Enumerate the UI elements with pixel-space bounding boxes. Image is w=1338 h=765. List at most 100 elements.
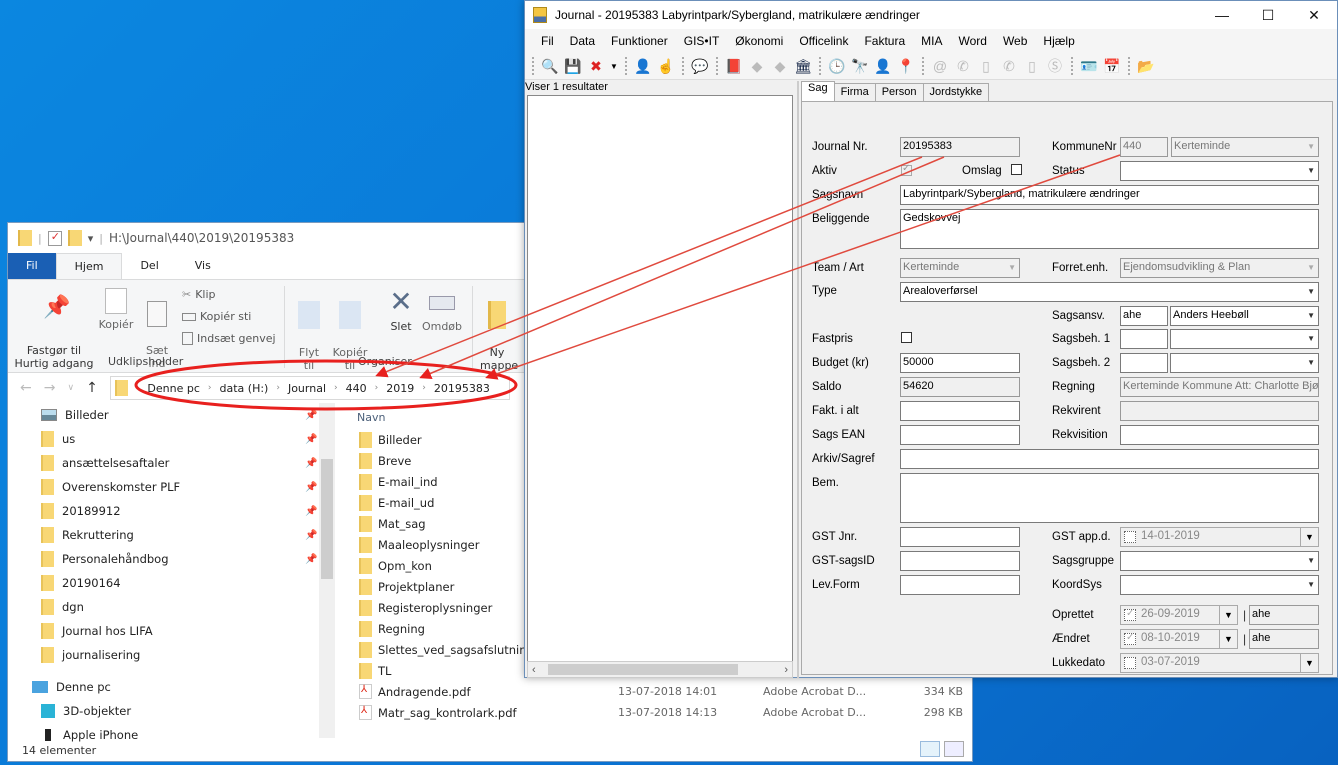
rekvirent-field[interactable] [1120, 401, 1319, 421]
beliggende-field[interactable]: Gedskovvej [900, 209, 1319, 249]
pane-splitter[interactable] [797, 81, 799, 678]
bem-field[interactable] [900, 473, 1319, 523]
oprettet-by-field[interactable]: ahe [1249, 605, 1319, 625]
paste-shortcut-button[interactable]: Indsæt genvej [182, 332, 276, 345]
menu-item[interactable]: Officelink [791, 34, 856, 48]
pin-icon[interactable]: 📌 [305, 506, 317, 517]
nav-item-this-pc[interactable]: Denne pc [8, 675, 333, 699]
back-arrow-icon[interactable]: ← [20, 380, 32, 396]
skype-icon[interactable]: Ⓢ [1045, 56, 1065, 76]
nav-item[interactable]: Journal hos LIFA [8, 619, 333, 643]
breadcrumb-item[interactable]: 20195383 [434, 382, 490, 395]
forret-select[interactable]: Ejendomsudvikling & Plan ▼ [1120, 258, 1319, 278]
nav-item[interactable]: us 📌 [8, 427, 333, 451]
copy-button[interactable]: Kopiér [96, 288, 136, 331]
breadcrumb-item[interactable]: 440 [346, 382, 367, 395]
bank-icon[interactable]: 🏛 [793, 56, 813, 76]
chevron-down-icon[interactable]: ▼ [609, 56, 619, 76]
nav-item[interactable]: Overenskomster PLF 📌 [8, 475, 333, 499]
fastpris-checkbox[interactable] [901, 332, 912, 343]
lukkedato-date-picker[interactable]: 03-07-2019 ▼ [1120, 653, 1319, 673]
pin-quick-access-button[interactable]: 📌 Fastgør til Hurtig adgang [14, 288, 94, 371]
nav-item[interactable]: Rekruttering 📌 [8, 523, 333, 547]
tag-icon[interactable]: ◆ [770, 56, 790, 76]
lukkedato-checkbox[interactable] [1124, 657, 1136, 669]
maximize-button[interactable]: ☐ [1245, 1, 1291, 29]
new-folder-icon[interactable] [67, 230, 82, 246]
pin-icon[interactable]: 📌 [305, 482, 317, 493]
file-row[interactable]: Matr_sag_kontrolark.pdf 13-07-2018 14:13 A… [353, 702, 973, 723]
delete-button[interactable]: ✕ Slet [386, 288, 416, 334]
rekvisition-field[interactable] [1120, 425, 1319, 445]
menu-item[interactable]: Faktura [856, 34, 913, 48]
result-list[interactable] [527, 95, 793, 665]
scrollbar-thumb[interactable] [548, 664, 738, 675]
calendar-dropdown-icon[interactable]: ▼ [1300, 528, 1318, 546]
menu-item[interactable]: Word [950, 34, 994, 48]
pin-icon[interactable]: 📌 [305, 530, 317, 541]
delete-records-icon[interactable]: ✖ [586, 56, 606, 76]
levform-field[interactable] [900, 575, 1020, 595]
sagsansv-init-field[interactable]: ahe [1120, 306, 1168, 326]
gst-sagsid-field[interactable] [900, 551, 1020, 571]
binoculars-icon[interactable]: 🔭 [850, 56, 870, 76]
breadcrumb-item[interactable]: data (H:) [220, 382, 269, 395]
tag-icon[interactable]: ◆ [747, 56, 767, 76]
oprettet-checkbox[interactable] [1124, 608, 1136, 621]
details-view-button[interactable] [920, 741, 940, 757]
user-icon[interactable]: 👤 [633, 56, 653, 76]
saldo-field[interactable]: 54620 [900, 377, 1020, 397]
menu-item[interactable]: GIS•IT [676, 34, 728, 48]
nav-item[interactable]: Billeder 📌 [8, 403, 333, 427]
sagsnavn-field[interactable]: Labyrintpark/Sybergland, matrikulære ænd… [900, 185, 1319, 205]
phone-icon[interactable]: ✆ [953, 56, 973, 76]
map-pin-icon[interactable]: 📍 [896, 56, 916, 76]
omslag-checkbox[interactable] [1011, 164, 1022, 175]
copy-path-button[interactable]: Kopiér sti [182, 310, 251, 323]
open-folder-icon[interactable]: 📂 [1136, 56, 1156, 76]
book-icon[interactable]: 📕 [724, 56, 744, 76]
menu-item[interactable]: MIA [913, 34, 950, 48]
chat-icon[interactable]: 💬 [690, 56, 710, 76]
gst-app-date-picker[interactable]: 14-01-2019 ▼ [1120, 527, 1319, 547]
properties-icon[interactable] [47, 230, 62, 246]
breadcrumb-item[interactable]: Journal [288, 382, 326, 395]
email-icon[interactable]: @ [930, 56, 950, 76]
gst-app-checkbox[interactable] [1124, 531, 1136, 543]
ean-field[interactable] [900, 425, 1020, 445]
tab-sag[interactable]: Sag [801, 81, 835, 101]
calendar-dropdown-icon[interactable]: ▼ [1219, 606, 1237, 624]
menu-item[interactable]: Fil [533, 34, 562, 48]
tab-fil[interactable]: Fil [8, 253, 56, 279]
scroll-left-icon[interactable]: ‹ [532, 664, 536, 676]
nav-item[interactable]: Personalehåndbog 📌 [8, 547, 333, 571]
pointer-icon[interactable]: ☝ [656, 56, 676, 76]
journal-nr-field[interactable]: 20195383 [900, 137, 1020, 157]
up-arrow-icon[interactable]: ↑ [86, 380, 98, 396]
forward-arrow-icon[interactable]: → [44, 380, 56, 396]
contact-card-icon[interactable]: 🪪 [1079, 56, 1099, 76]
pin-icon[interactable]: 📌 [305, 458, 317, 469]
new-folder-button[interactable]: Ny mappe [480, 288, 518, 372]
nav-item[interactable]: dgn [8, 595, 333, 619]
sagsbeh2-select[interactable]: ▼ [1170, 353, 1319, 373]
move-to-button[interactable]: Flyt til [294, 288, 324, 372]
pin-icon[interactable]: 📌 [305, 434, 317, 445]
sagsansv-select[interactable]: Anders Heebøll ▼ [1170, 306, 1319, 326]
phone-icon[interactable]: ✆ [999, 56, 1019, 76]
status-select[interactable]: ▼ [1120, 161, 1319, 181]
tab-person[interactable]: Person [874, 83, 924, 101]
koordsys-select[interactable]: ▼ [1120, 575, 1319, 595]
close-button[interactable]: ✕ [1291, 1, 1337, 29]
budget-field[interactable]: 50000 [900, 353, 1020, 373]
tab-vis[interactable]: Vis [177, 253, 229, 279]
type-select[interactable]: Arealoverførsel ▼ [900, 282, 1319, 302]
customize-quick-access-icon[interactable]: ▾ [88, 232, 94, 245]
tab-hjem[interactable]: Hjem [55, 253, 123, 279]
nav-item-3d-objects[interactable]: 3D-objekter [8, 699, 333, 723]
cut-button[interactable]: ✂ Klip [182, 288, 216, 301]
save-icon[interactable]: 💾 [563, 56, 583, 76]
regning-field[interactable]: Kerteminde Kommune Att: Charlotte Bjørn [1120, 377, 1319, 397]
horizontal-scrollbar[interactable]: ‹ › [527, 661, 793, 678]
minimize-button[interactable]: — [1199, 1, 1245, 29]
